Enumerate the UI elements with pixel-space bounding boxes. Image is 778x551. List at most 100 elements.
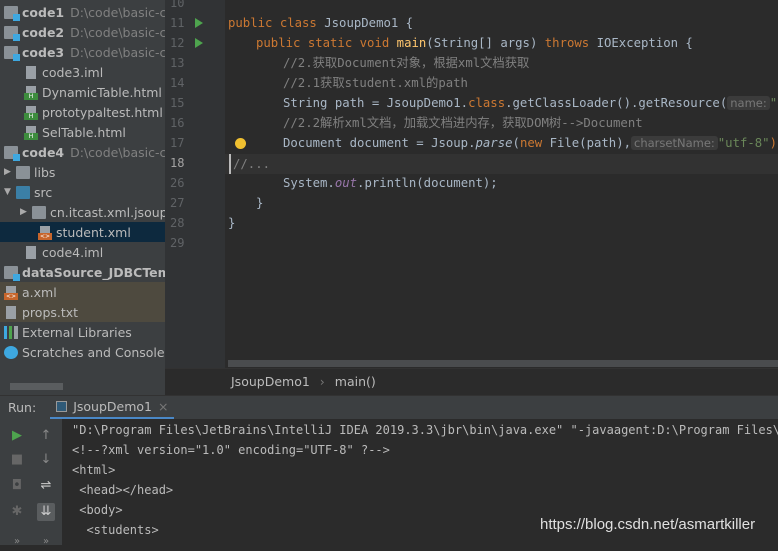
parameter-hint: name: bbox=[727, 96, 770, 110]
run-tab-label: JsoupDemo1 bbox=[73, 398, 152, 414]
line-number: 28 bbox=[170, 216, 185, 230]
libraries-icon bbox=[4, 325, 18, 339]
xml-file-icon bbox=[38, 225, 52, 240]
run-gutter-icon[interactable] bbox=[195, 38, 203, 48]
module-folder-icon bbox=[4, 45, 20, 61]
folded-code[interactable]: //... bbox=[229, 154, 270, 174]
code-token: ( bbox=[512, 136, 520, 150]
soft-wrap-icon[interactable]: ⇌ bbox=[37, 477, 55, 495]
scratches-icon bbox=[4, 345, 18, 359]
tree-item[interactable]: ▼ src bbox=[0, 182, 165, 202]
code-token: JsoupDemo1 { bbox=[324, 16, 414, 30]
run-tab[interactable]: JsoupDemo1 × bbox=[50, 396, 175, 420]
more-icon[interactable]: » bbox=[8, 533, 26, 551]
code-token: Document document = Jsoup. bbox=[283, 136, 476, 150]
tree-item[interactable]: code1 D:\code\basic-co bbox=[0, 2, 165, 22]
debug-icon[interactable]: ✱ bbox=[8, 503, 26, 521]
tree-item[interactable]: code3.iml bbox=[0, 62, 165, 82]
tree-item-label: SelTable.html bbox=[42, 124, 126, 140]
more-icon[interactable]: » bbox=[37, 533, 55, 551]
tree-item-label: cn.itcast.xml.jsoup bbox=[50, 204, 165, 220]
code-token: IOException { bbox=[596, 36, 693, 50]
code-token: public class bbox=[228, 16, 325, 30]
project-scrollbar[interactable] bbox=[10, 383, 63, 390]
lightbulb-icon[interactable] bbox=[235, 138, 246, 149]
stop-icon[interactable]: ■ bbox=[8, 451, 26, 469]
line-number: 15 bbox=[170, 96, 185, 110]
chevron-right-icon[interactable]: ▶ bbox=[20, 207, 32, 217]
code-token: .getClassLoader().getResource( bbox=[505, 96, 728, 110]
folder-icon bbox=[16, 165, 30, 179]
code-token: public static void bbox=[256, 36, 397, 50]
camera-icon[interactable]: ◘ bbox=[8, 477, 26, 495]
tree-item[interactable]: student.xml bbox=[0, 222, 165, 242]
line-number: 11 bbox=[170, 16, 185, 30]
tree-item-label: code2 bbox=[22, 24, 65, 40]
console-line: "D:\Program Files\JetBrains\IntelliJ IDE… bbox=[72, 423, 778, 437]
code-token: throws bbox=[544, 36, 597, 50]
run-gutter-icon[interactable] bbox=[195, 18, 203, 28]
module-folder-icon bbox=[4, 145, 20, 161]
tree-item-label: prototypaltest.html bbox=[42, 104, 163, 120]
tree-item[interactable]: External Libraries bbox=[0, 322, 165, 342]
code-token: "utf-8" bbox=[717, 136, 770, 150]
tree-item[interactable]: code3 D:\code\basic-co bbox=[0, 42, 165, 62]
tree-item[interactable]: props.txt bbox=[0, 302, 165, 322]
tree-item[interactable]: ▶ libs bbox=[0, 162, 165, 182]
line-number: 16 bbox=[170, 116, 185, 130]
code-token: File(path), bbox=[549, 136, 631, 150]
code-token: main bbox=[396, 36, 427, 50]
text-file-icon bbox=[6, 305, 16, 319]
source-folder-icon bbox=[16, 185, 30, 199]
package-icon bbox=[32, 205, 46, 219]
code-token: .println(document); bbox=[357, 176, 498, 190]
tree-item[interactable]: a.xml bbox=[0, 282, 165, 302]
editor-horizontal-scrollbar[interactable] bbox=[228, 360, 778, 367]
chevron-right-icon: › bbox=[319, 374, 325, 389]
code-token: parse bbox=[475, 136, 513, 150]
scroll-to-end-icon[interactable]: ⇊ bbox=[37, 503, 55, 521]
arrow-up-icon[interactable]: ↑ bbox=[37, 427, 55, 445]
module-path: D:\code\basic-co bbox=[70, 4, 165, 20]
breadcrumb: JsoupDemo1 › main() bbox=[165, 368, 778, 394]
tree-item[interactable]: code2 D:\code\basic-co bbox=[0, 22, 165, 42]
tree-item-label: dataSource_JDBCTempl bbox=[22, 264, 165, 280]
line-number: 26 bbox=[170, 176, 185, 190]
tree-item-label: Scratches and Consoles bbox=[22, 344, 165, 360]
tree-item[interactable]: code4 D:\code\basic-co bbox=[0, 142, 165, 162]
console-line: <head></head> bbox=[72, 483, 174, 497]
tree-item-label: code1 bbox=[22, 4, 65, 20]
breadcrumb-class[interactable]: JsoupDemo1 bbox=[231, 374, 310, 389]
tree-item-label: src bbox=[34, 184, 53, 200]
code-comment: //2.1获取student.xml的path bbox=[283, 76, 468, 90]
code-comment: //2.2解析xml文档，加载文档进内存，获取DOM树-->Document bbox=[283, 116, 643, 130]
rerun-icon[interactable]: ▶ bbox=[8, 427, 26, 445]
watermark: https://blog.csdn.net/asmartkiller bbox=[540, 516, 756, 533]
chevron-down-icon[interactable]: ▼ bbox=[4, 187, 16, 197]
tree-item[interactable]: DynamicTable.html bbox=[0, 82, 165, 102]
console-line: <html> bbox=[72, 463, 116, 477]
line-number: 12 bbox=[170, 36, 185, 50]
line-number: 13 bbox=[170, 56, 185, 70]
code-token: out bbox=[334, 176, 358, 190]
tree-item-label: code3.iml bbox=[42, 64, 104, 80]
tree-item-label: a.xml bbox=[22, 284, 57, 300]
tree-item-label: code4.iml bbox=[42, 244, 104, 260]
line-number: 29 bbox=[170, 236, 185, 250]
chevron-right-icon[interactable]: ▶ bbox=[4, 167, 16, 177]
module-path: D:\code\basic-co bbox=[70, 144, 165, 160]
arrow-down-icon[interactable]: ↓ bbox=[37, 451, 55, 469]
tree-item[interactable]: code4.iml bbox=[0, 242, 165, 262]
tree-item[interactable]: Scratches and Consoles bbox=[0, 342, 165, 362]
code-editor[interactable]: public class JsoupDemo1 { public static … bbox=[225, 0, 778, 368]
tree-item-label: props.txt bbox=[22, 304, 79, 320]
tree-item[interactable]: ▶ cn.itcast.xml.jsoup bbox=[0, 202, 165, 222]
console-line: <!--?xml version="1.0" encoding="UTF-8" … bbox=[72, 443, 390, 457]
tree-item[interactable]: SelTable.html bbox=[0, 122, 165, 142]
code-comment: //2.获取Document对象，根据xml文档获取 bbox=[283, 56, 530, 70]
close-icon[interactable]: × bbox=[158, 399, 168, 414]
tree-item[interactable]: dataSource_JDBCTempl bbox=[0, 262, 165, 282]
code-token: new bbox=[519, 136, 550, 150]
tree-item[interactable]: prototypaltest.html bbox=[0, 102, 165, 122]
breadcrumb-method[interactable]: main() bbox=[335, 374, 376, 389]
